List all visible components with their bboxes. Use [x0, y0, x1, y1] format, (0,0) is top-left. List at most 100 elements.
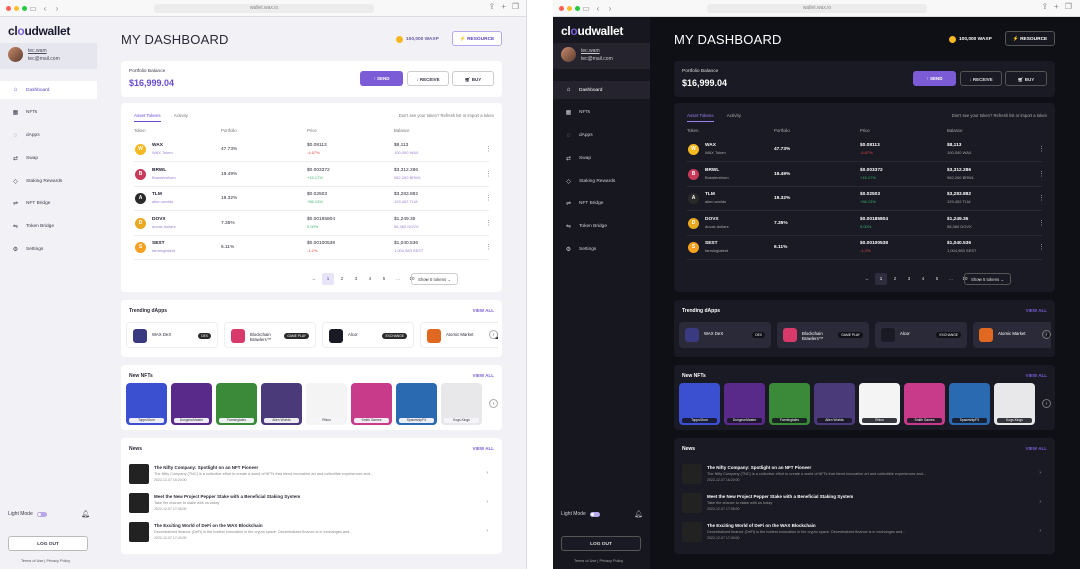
sidebar-item-token-bridge[interactable]: ⇋ Token Bridge [0, 218, 97, 236]
nft-card[interactable]: Alien Worlds [814, 383, 855, 425]
new-tab-icon[interactable]: + [501, 2, 506, 11]
dapp-card[interactable]: Atomic MarketNFT [420, 322, 498, 348]
table-row[interactable]: W WAX WAX Token 47.73% $0.08113 -4.67% $8,113 1… [687, 140, 1045, 162]
sidebar-item-nft-bridge[interactable]: ⇌ NFT Bridge [553, 195, 650, 213]
chevron-right-icon[interactable]: › [1039, 470, 1041, 476]
sidebar-item-swap[interactable]: ⇄ Swap [553, 149, 650, 167]
dapp-card[interactable]: Atomic MarketNFT [973, 322, 1051, 348]
resource-button[interactable]: ⚡ RESOURCE [452, 31, 502, 46]
username[interactable]: tec.wam [581, 48, 600, 54]
more-options-icon[interactable]: ⋮ [1038, 194, 1045, 202]
dapp-card[interactable]: Blockchain Brawlers™ GAME PLAY [777, 322, 869, 348]
news-item[interactable]: The Exciting World of DeFi on the WAX Bl… [129, 522, 494, 546]
more-options-icon[interactable]: ⋮ [485, 243, 492, 251]
rows-per-page-select[interactable]: Show 5 tokens ⌄ [411, 273, 458, 285]
back-icon[interactable]: ‹ [592, 4, 604, 13]
nft-card[interactable]: Kogs.Kings [441, 383, 482, 425]
forward-icon[interactable]: › [51, 4, 63, 13]
more-options-icon[interactable]: ⋮ [485, 194, 492, 202]
share-icon[interactable]: ⇪ [1041, 2, 1048, 11]
more-options-icon[interactable]: ⋮ [1038, 243, 1045, 251]
new-tab-icon[interactable]: + [1054, 2, 1059, 11]
dapp-card[interactable]: Blockchain Brawlers™ GAME PLAY [224, 322, 316, 348]
privacy-link[interactable]: Privacy Policy [599, 559, 623, 563]
dapp-card[interactable]: WAX DeX DEX [126, 322, 218, 348]
page-number[interactable]: 3 [903, 273, 915, 285]
import-token-hint[interactable]: Don't see your token? Refresh list or im… [399, 113, 494, 118]
nft-card[interactable]: Kogs.Kings [994, 383, 1035, 425]
logout-button[interactable]: LOG OUT [8, 536, 88, 551]
table-row[interactable]: D DOVX dovax.dollars 7.35% $0.00185804 0.00% $… [687, 214, 1045, 236]
logout-button[interactable]: LOG OUT [561, 536, 641, 551]
sidebar-item-staking-rewards[interactable]: ◇ Staking Rewards [553, 172, 650, 190]
terms-link[interactable]: Terms of Use [21, 559, 43, 563]
notification-bell-icon[interactable]: 🔔︎ [81, 510, 90, 518]
page-number[interactable]: 1 [322, 273, 334, 285]
chevron-right-icon[interactable]: › [486, 499, 488, 505]
next-arrow-icon[interactable]: › [489, 399, 498, 408]
page-number[interactable]: 3 [350, 273, 362, 285]
table-row[interactable]: D DOVX dovax.dollars 7.35% $0.00185804 0.00% $… [134, 214, 492, 236]
next-arrow-icon[interactable]: › [1042, 399, 1051, 408]
send-button[interactable]: ↑ SEND [913, 71, 956, 86]
window-controls[interactable] [6, 5, 27, 11]
table-row[interactable]: S SEST farmingtalent 6.11% $0.00100538 -1.2% $… [687, 238, 1045, 260]
table-row[interactable]: S SEST farmingtalent 6.11% $0.00100538 -1.2% $… [134, 238, 492, 260]
address-bar[interactable]: wallet.wax.io [707, 4, 927, 13]
chevron-right-icon[interactable]: › [486, 528, 488, 534]
cloudwallet-logo[interactable]: cloudwallet [8, 24, 70, 38]
news-item[interactable]: The Nifty Company: Spotlight on an NFT P… [129, 464, 494, 488]
view-all-link[interactable]: VIEW ALL [1026, 308, 1047, 313]
tab-asset-tokens[interactable]: Asset Tokens [134, 113, 161, 122]
nft-card[interactable]: DungeonMaster [171, 383, 212, 425]
import-token-hint[interactable]: Don't see your token? Refresh list or im… [952, 113, 1047, 118]
table-row[interactable]: A TLM alien.worlds 19.32% $0.02503 +56.13% $3,… [134, 189, 492, 211]
news-item[interactable]: The Exciting World of DeFi on the WAX Bl… [682, 522, 1047, 546]
view-all-link[interactable]: VIEW ALL [473, 308, 494, 313]
receive-button[interactable]: ↓ RECEIVE [960, 71, 1002, 86]
nft-card[interactable]: SpaceshipFX [949, 383, 990, 425]
more-options-icon[interactable]: ⋮ [1038, 145, 1045, 153]
more-options-icon[interactable]: ⋮ [485, 145, 492, 153]
more-options-icon[interactable]: ⋮ [485, 170, 492, 178]
chevron-right-icon[interactable]: › [1039, 499, 1041, 505]
privacy-link[interactable]: Privacy Policy [46, 559, 70, 563]
page-number[interactable]: 2 [336, 273, 348, 285]
window-controls[interactable] [559, 5, 580, 11]
tabs-icon[interactable]: ❐ [1065, 2, 1072, 11]
nft-card[interactable]: DungeonMaster [724, 383, 765, 425]
sidebar-item-nft-bridge[interactable]: ⇌ NFT Bridge [0, 195, 97, 213]
news-item[interactable]: Meet the New Project Pepper Stake with a… [682, 493, 1047, 517]
sidebar-item-dapps[interactable]: ◌ dApps [553, 127, 650, 145]
sidebar-toggle-icon[interactable]: ▭ [580, 4, 592, 13]
nft-card[interactable]: Smith Games [351, 383, 392, 425]
tabs-icon[interactable]: ❐ [512, 2, 519, 11]
sidebar-item-dashboard[interactable]: ⌂ Dashboard [553, 81, 650, 99]
dapp-card[interactable]: WAX DeX DEX [679, 322, 771, 348]
notification-bell-icon[interactable]: 🔔︎ [634, 510, 643, 518]
page-number[interactable]: 4 [364, 273, 376, 285]
sidebar-item-nfts[interactable]: ▦ NFTs [553, 104, 650, 122]
news-item[interactable]: The Nifty Company: Spotlight on an NFT P… [682, 464, 1047, 488]
user-profile[interactable]: tec.wam tec@mail.com [553, 43, 650, 69]
view-all-link[interactable]: VIEW ALL [1026, 446, 1047, 451]
sidebar-item-dapps[interactable]: ◌ dApps [0, 127, 97, 145]
share-icon[interactable]: ⇪ [488, 2, 495, 11]
address-bar[interactable]: wallet.wax.io [154, 4, 374, 13]
view-all-link[interactable]: VIEW ALL [473, 373, 494, 378]
nft-card[interactable]: Farmingtales [769, 383, 810, 425]
send-button[interactable]: ↑ SEND [360, 71, 403, 86]
nft-card[interactable]: Topps/Gum [679, 383, 720, 425]
dapp-card[interactable]: Alcor EXCHANGE [875, 322, 967, 348]
tab-activity[interactable]: Activity [174, 113, 188, 122]
tab-asset-tokens[interactable]: Asset Tokens [687, 113, 714, 122]
nft-card[interactable]: Topps/Gum [126, 383, 167, 425]
dapp-card[interactable]: Alcor EXCHANGE [322, 322, 414, 348]
light-mode-toggle[interactable]: Light Mode [8, 511, 47, 517]
light-mode-toggle[interactable]: Light Mode [561, 511, 600, 517]
rows-per-page-select[interactable]: Show 5 tokens ⌄ [964, 273, 1011, 285]
terms-link[interactable]: Terms of Use [574, 559, 596, 563]
nft-card[interactable]: Farmingtales [216, 383, 257, 425]
sidebar-toggle-icon[interactable]: ▭ [27, 4, 39, 13]
prev-page-icon[interactable]: ← [861, 273, 873, 285]
